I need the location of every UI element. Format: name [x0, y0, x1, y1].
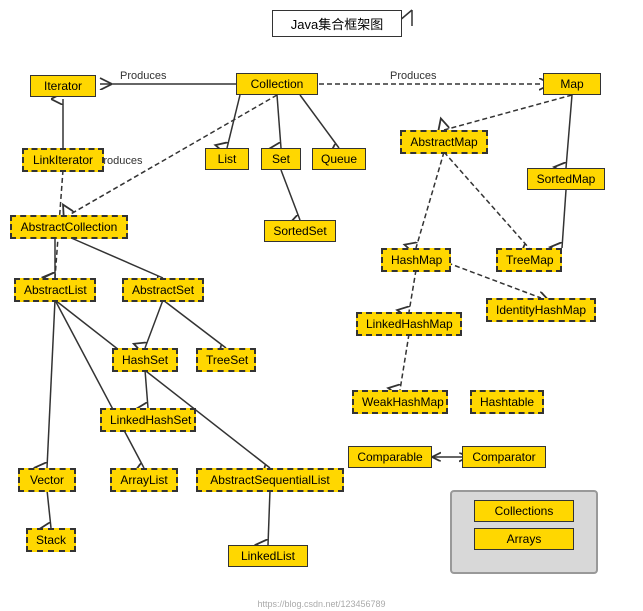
- sortedmap-node: SortedMap: [527, 168, 605, 190]
- linkedhashset-node: LinkedHashSet: [100, 408, 196, 432]
- sortedset-node: SortedSet: [264, 220, 336, 242]
- produces-label-1: Produces: [120, 70, 166, 82]
- watermark: https://blog.csdn.net/123456789: [257, 599, 385, 609]
- abstractset-node: AbstractSet: [122, 278, 204, 302]
- produces-label-2: Produces: [390, 70, 436, 82]
- vector-node: Vector: [18, 468, 76, 492]
- abstractmap-node: AbstractMap: [400, 130, 488, 154]
- hashmap-node: HashMap: [381, 248, 451, 272]
- abstractlist-node: AbstractList: [14, 278, 96, 302]
- identityhashmap-node: IdentityHashMap: [486, 298, 596, 322]
- abstractsequentiallist-node: AbstractSequentialList: [196, 468, 344, 492]
- list-node: List: [205, 148, 249, 170]
- stack-node: Stack: [26, 528, 76, 552]
- linkiterator-node: LinkIterator: [22, 148, 104, 172]
- collections-legend: Collections: [474, 500, 574, 522]
- linkedhashmap-node: LinkedHashMap: [356, 312, 462, 336]
- arrays-legend: Arrays: [474, 528, 574, 550]
- linkedlist-node: LinkedList: [228, 545, 308, 567]
- collection-node: Collection: [236, 73, 318, 95]
- title-label: Java集合框架图: [291, 17, 383, 32]
- set-node: Set: [261, 148, 301, 170]
- arraylist-node: ArrayList: [110, 468, 178, 492]
- hashset-node: HashSet: [112, 348, 178, 372]
- treemap-node: TreeMap: [496, 248, 562, 272]
- legend-box: Collections Arrays: [450, 490, 598, 574]
- weakhashmap-node: WeakHashMap: [352, 390, 448, 414]
- comparator-node: Comparator: [462, 446, 546, 468]
- title-node: Java集合框架图: [272, 10, 402, 37]
- hashtable-node: Hashtable: [470, 390, 544, 414]
- map-node: Map: [543, 73, 601, 95]
- queue-node: Queue: [312, 148, 366, 170]
- treeset-node: TreeSet: [196, 348, 256, 372]
- comparable-node: Comparable: [348, 446, 432, 468]
- diagram-container: Map (dashed arrow) -->: [0, 0, 643, 611]
- iterator-node: Iterator: [30, 75, 96, 97]
- abstractcollection-node: AbstractCollection: [10, 215, 128, 239]
